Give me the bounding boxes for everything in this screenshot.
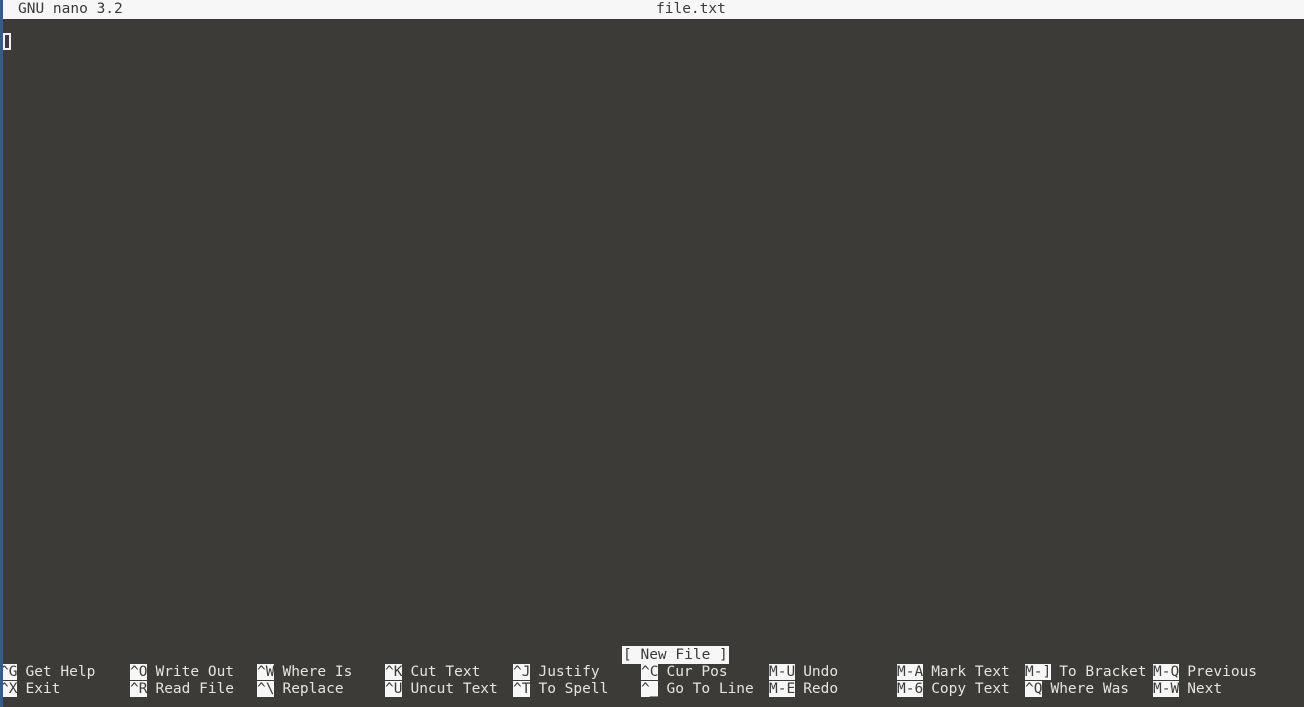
shortcut-undo[interactable]: M-U Undo [769,664,838,681]
nano-filename-label: file.txt [656,1,726,17]
shortcut-uncut-text[interactable]: ^U Uncut Text [385,681,498,698]
shortcut-go-to-line[interactable]: ^_ Go To Line [641,681,754,698]
shortcut-previous[interactable]: M-Q Previous [1153,664,1257,681]
shortcut-read-file[interactable]: ^R Read File [130,681,234,698]
shortcut-exit[interactable]: ^X Exit [0,681,60,698]
shortcut-label: Mark Text [931,664,1010,680]
shortcut-label: Cur Pos [666,664,728,680]
nano-shortcut-bar: ^G Get Help ^O Write Out ^W Where Is ^K Cut Tex… [0,664,1304,707]
shortcut-key: ^J [513,664,531,680]
shortcut-copy-text[interactable]: M-6 Copy Text [897,681,1010,698]
shortcut-key: ^U [385,681,403,697]
shortcut-cur-pos[interactable]: ^C Cur Pos [641,664,728,681]
text-cursor [3,33,11,50]
shortcut-label: Undo [803,664,839,680]
shortcut-label: Redo [803,681,839,697]
nano-edit-buffer[interactable] [0,19,1304,640]
shortcut-label: Replace [282,681,344,697]
shortcut-key: M-6 [897,681,924,697]
shortcut-key: ^R [130,681,148,697]
shortcut-label: Where Is [282,664,353,680]
window-accent-strip [0,0,3,707]
shortcut-label: Get Help [25,664,96,680]
shortcut-label: Exit [25,681,61,697]
shortcut-key: ^T [513,681,531,697]
nano-version-label: GNU nano 3.2 [18,1,123,17]
nano-title-bar: GNU nano 3.2 file.txt [0,0,1304,19]
shortcut-cut-text[interactable]: ^K Cut Text [385,664,480,681]
shortcut-label: Go To Line [666,681,754,697]
shortcut-to-spell[interactable]: ^T To Spell [513,681,608,698]
shortcut-where-is[interactable]: ^W Where Is [257,664,352,681]
shortcut-key: M-W [1153,681,1180,697]
shortcut-key: ^Q [1025,681,1043,697]
shortcut-key: ^K [385,664,403,680]
shortcut-label: Previous [1187,664,1258,680]
shortcut-key: ^C [641,664,659,680]
nano-terminal-window: GNU nano 3.2 file.txt [ New File ] ^G Get… [0,0,1304,707]
shortcut-label: Write Out [155,664,235,680]
shortcut-label: Read File [155,681,235,697]
shortcut-label: Next [1187,681,1223,697]
shortcut-key: M-] [1025,664,1052,680]
shortcut-label: To Spell [538,681,609,697]
shortcut-next[interactable]: M-W Next [1153,681,1222,698]
shortcut-key: ^\ [257,681,275,697]
shortcut-mark-text[interactable]: M-A Mark Text [897,664,1010,681]
shortcut-get-help[interactable]: ^G Get Help [0,664,95,681]
shortcut-write-out[interactable]: ^O Write Out [130,664,234,681]
shortcut-label: Copy Text [931,681,1010,697]
shortcut-key: M-E [769,681,796,697]
shortcut-key: M-U [769,664,796,680]
shortcut-key: ^O [130,664,148,680]
shortcut-label: Cut Text [410,664,481,680]
shortcut-key: ^_ [641,681,659,697]
shortcut-label: Uncut Text [410,681,498,697]
shortcut-redo[interactable]: M-E Redo [769,681,838,698]
shortcut-row-top: ^G Get Help ^O Write Out ^W Where Is ^K Cut Tex… [0,664,1304,681]
shortcut-key: M-Q [1153,664,1180,680]
shortcut-where-was[interactable]: ^Q Where Was [1025,681,1129,698]
shortcut-key: ^W [257,664,275,680]
shortcut-key: M-A [897,664,924,680]
shortcut-label: Where Was [1050,681,1130,697]
shortcut-label: Justify [538,664,600,680]
shortcut-replace[interactable]: ^\ Replace [257,681,344,698]
nano-status-line: [ New File ] [0,646,1304,664]
shortcut-row-bottom: ^X Exit ^R Read File ^\ Replace ^U Uncut Text ^T… [0,681,1304,698]
shortcut-to-bracket[interactable]: M-] To Bracket [1025,664,1147,681]
shortcut-label: To Bracket [1059,664,1147,680]
status-badge: [ New File ] [622,646,729,664]
shortcut-justify[interactable]: ^J Justify [513,664,600,681]
